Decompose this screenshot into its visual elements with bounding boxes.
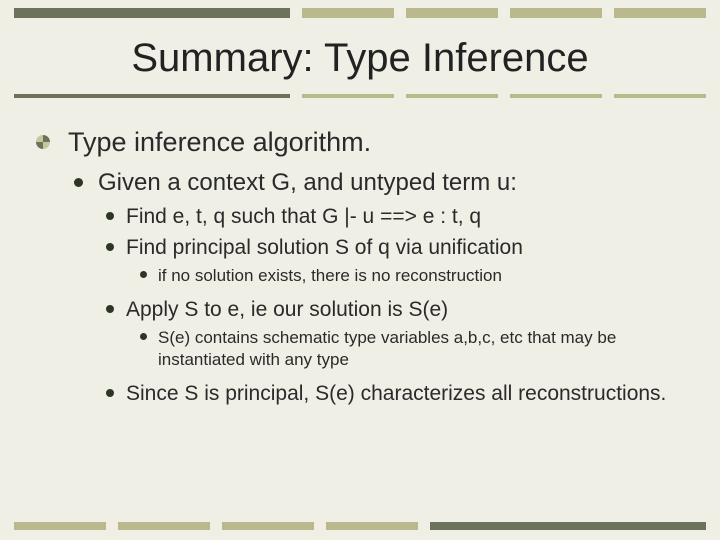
top-accent-bars [14, 8, 706, 18]
accent-seg [510, 94, 602, 98]
accent-seg [406, 94, 498, 98]
accent-seg [118, 522, 210, 530]
accent-seg [406, 8, 498, 18]
bullet-level-2: Given a context G, and untyped term u: [94, 168, 680, 198]
accent-seg [14, 8, 290, 18]
bullet-level-3: Find principal solution S of q via unifi… [124, 235, 680, 261]
bullet-level-1: Type inference algorithm. [64, 126, 680, 158]
accent-seg [302, 94, 394, 98]
accent-seg [510, 8, 602, 18]
bottom-accent-bars [14, 522, 706, 530]
accent-seg [430, 522, 706, 530]
accent-seg [222, 522, 314, 530]
accent-seg [14, 522, 106, 530]
accent-seg [614, 8, 706, 18]
bullet-level-4: S(e) contains schematic type variables a… [156, 327, 680, 371]
slide-title: Summary: Type Inference [0, 36, 720, 81]
bullet-level-3: Apply S to e, ie our solution is S(e) [124, 297, 680, 323]
accent-seg [302, 8, 394, 18]
slide-body: Type inference algorithm. Given a contex… [64, 126, 680, 412]
accent-seg [14, 94, 290, 98]
bullet-level-3: Find e, t, q such that G |- u ==> e : t,… [124, 204, 680, 230]
accent-seg [326, 522, 418, 530]
bullet-level-3: Since S is principal, S(e) characterizes… [124, 381, 680, 407]
bullet-level-4: if no solution exists, there is no recon… [156, 265, 680, 287]
accent-seg [614, 94, 706, 98]
title-underline-bars [14, 94, 706, 98]
